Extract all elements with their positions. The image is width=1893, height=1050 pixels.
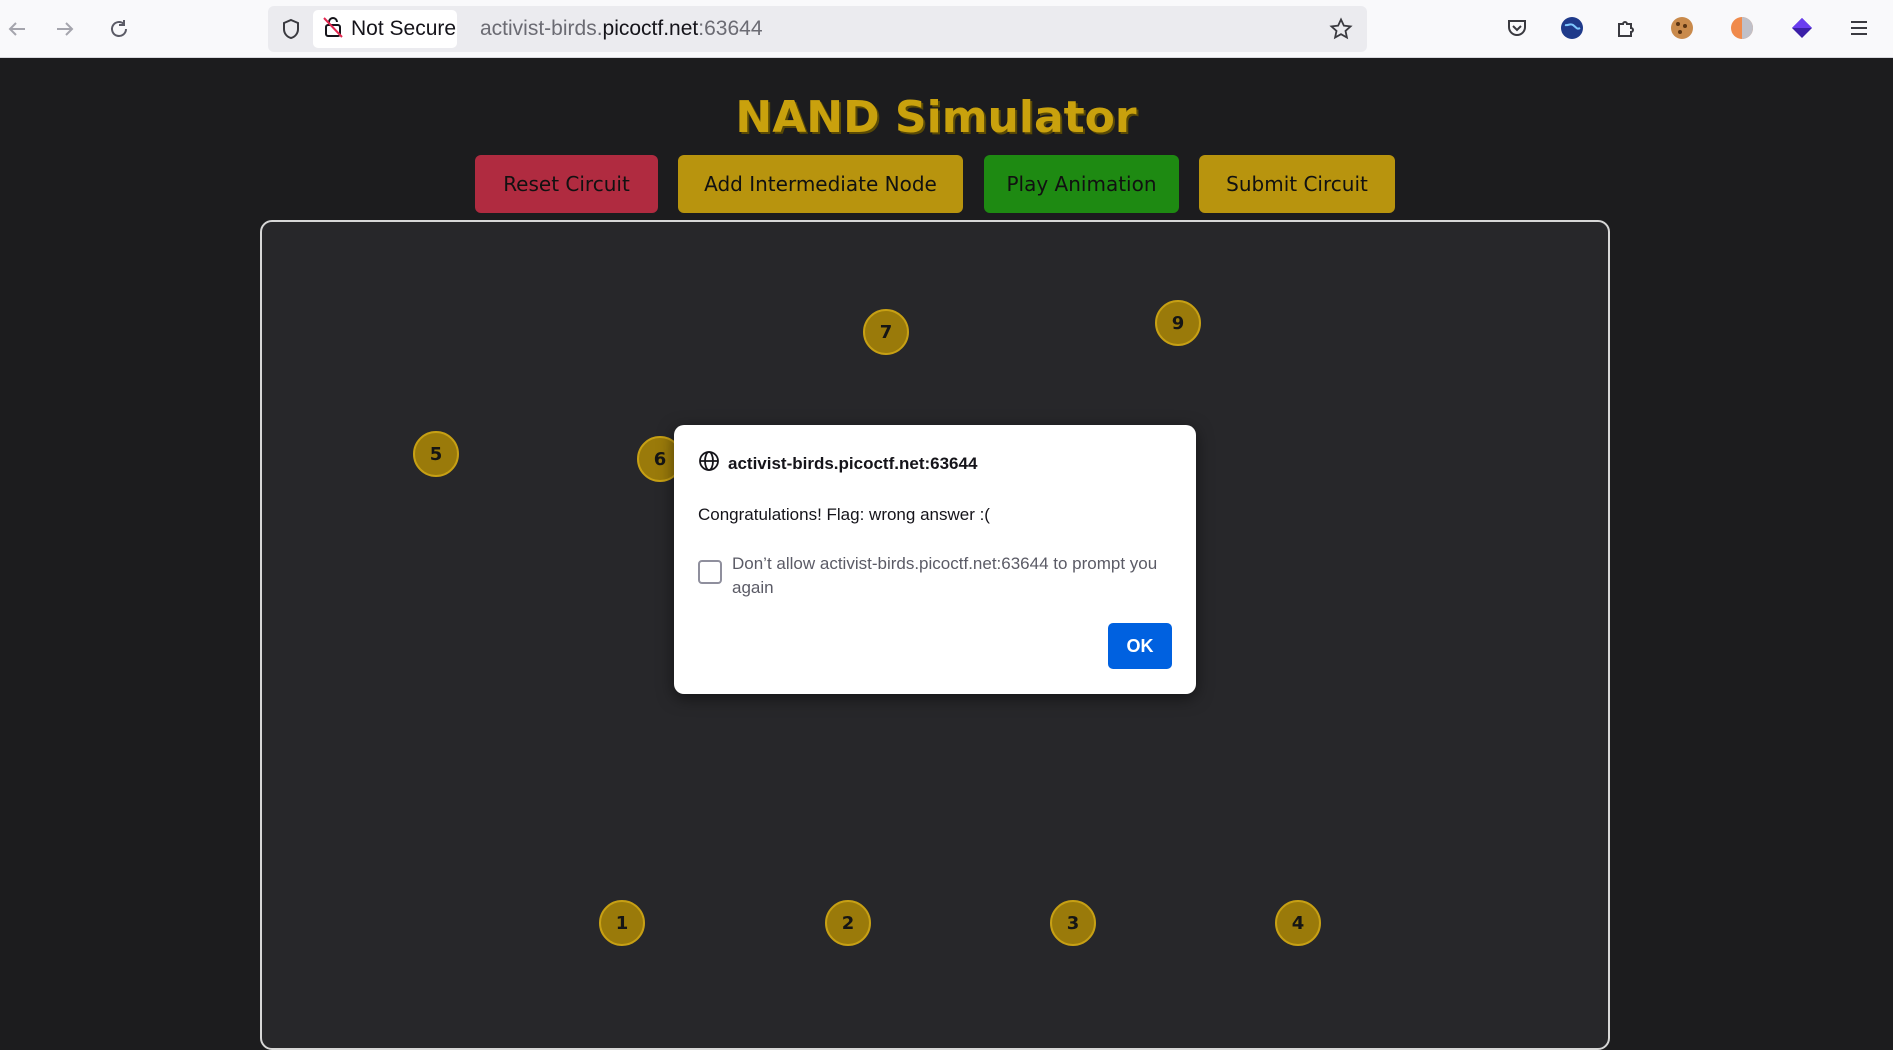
dialog-origin: activist-birds.picoctf.net:63644 <box>698 450 977 477</box>
circuit-node[interactable]: 9 <box>1155 300 1201 346</box>
url-prefix: activist-birds. <box>480 17 603 40</box>
url-host: picoctf.net <box>602 17 699 40</box>
cookie-icon[interactable] <box>1667 13 1697 43</box>
circuit-node[interactable]: 7 <box>863 309 909 355</box>
extension-globe-icon[interactable] <box>1557 13 1587 43</box>
add-intermediate-node-button[interactable]: Add Intermediate Node <box>678 155 963 213</box>
globe-icon <box>698 450 720 477</box>
circuit-node[interactable]: 2 <box>825 900 871 946</box>
address-bar[interactable]: Not Secure activist-birds.picoctf.net:63… <box>268 6 1367 52</box>
circuit-node[interactable]: 3 <box>1050 900 1096 946</box>
menu-hamburger-icon[interactable] <box>1844 13 1874 43</box>
dont-allow-prompt-checkbox[interactable] <box>698 560 722 584</box>
play-animation-button[interactable]: Play Animation <box>984 155 1179 213</box>
circuit-node[interactable]: 1 <box>599 900 645 946</box>
pocket-icon[interactable] <box>1502 13 1532 43</box>
page-title: NAND Simulator <box>735 92 1137 143</box>
back-arrow-icon[interactable] <box>0 12 34 46</box>
reset-circuit-button[interactable]: Reset Circuit <box>475 155 658 213</box>
broken-lock-icon <box>323 16 343 43</box>
extension-orange-icon[interactable] <box>1727 13 1757 43</box>
submit-circuit-button[interactable]: Submit Circuit <box>1199 155 1395 213</box>
reload-icon[interactable] <box>102 12 136 46</box>
url-port: :63644 <box>698 17 763 40</box>
dialog-message: Congratulations! Flag: wrong answer :( <box>698 505 990 524</box>
extensions-puzzle-icon[interactable] <box>1611 13 1641 43</box>
dialog-origin-text: activist-birds.picoctf.net:63644 <box>728 453 978 473</box>
bookmark-star-icon[interactable] <box>1329 17 1353 41</box>
circuit-node[interactable]: 5 <box>413 431 459 477</box>
alert-dialog: activist-birds.picoctf.net:63644 Congrat… <box>674 425 1196 694</box>
extension-purple-icon[interactable] <box>1787 13 1817 43</box>
site-security-indicator[interactable]: Not Secure <box>313 10 457 48</box>
circuit-node[interactable]: 4 <box>1275 900 1321 946</box>
dont-allow-prompt-label[interactable]: Don’t allow activist-birds.picoctf.net:6… <box>732 552 1172 600</box>
forward-arrow-icon[interactable] <box>48 12 82 46</box>
not-secure-label: Not Secure <box>351 17 457 40</box>
browser-toolbar: Not Secure activist-birds.picoctf.net:63… <box>0 0 1893 58</box>
ok-button[interactable]: OK <box>1108 623 1172 669</box>
url-text[interactable]: activist-birds.picoctf.net:63644 <box>480 17 763 41</box>
shield-icon[interactable] <box>280 18 302 40</box>
